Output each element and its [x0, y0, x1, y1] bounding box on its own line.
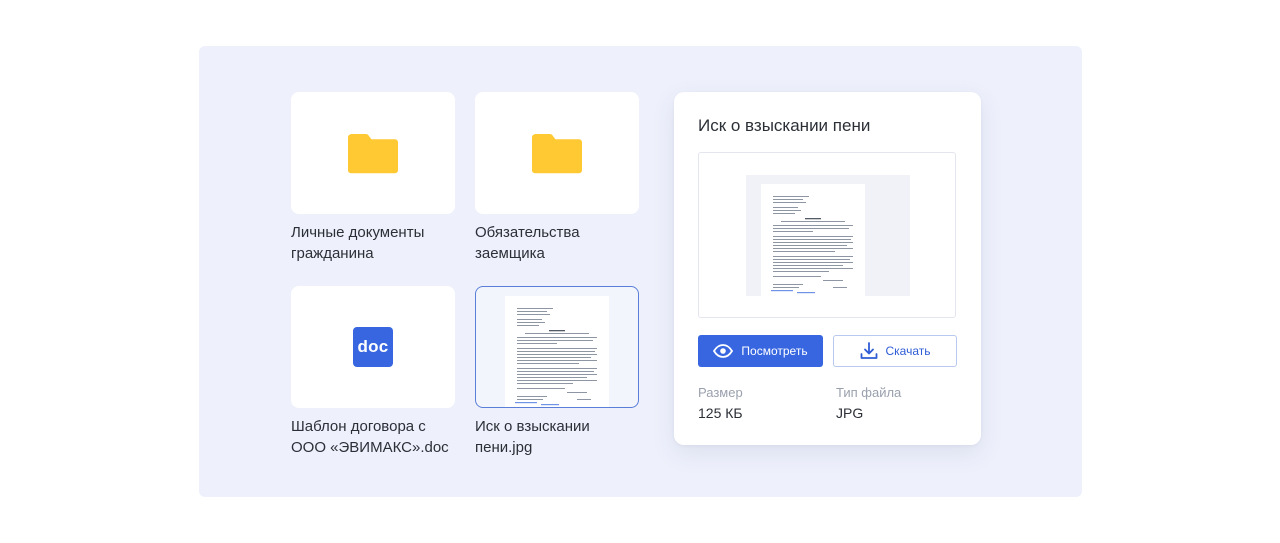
- eye-icon: [713, 344, 734, 358]
- tile-label: Иск о взыскании пени.jpg: [475, 418, 590, 456]
- tile-label: Шаблон договора с ООО «ЭВИМАКС».doc: [291, 418, 449, 456]
- tile-label: Обязательства заемщика: [475, 224, 580, 262]
- size-value: 125 КБ: [698, 405, 743, 421]
- file-details-card: Иск о взыскании пени Посмотреть Скачать …: [674, 92, 981, 445]
- doc-icon: doc: [353, 327, 393, 367]
- folder-icon: [532, 134, 582, 174]
- document-preview-image: [761, 184, 865, 296]
- tile-label: Личные документы гражданина: [291, 224, 425, 262]
- download-button-label: Скачать: [885, 344, 931, 358]
- folder-tile-personal-docs[interactable]: [291, 92, 455, 214]
- details-title: Иск о взыскании пени: [698, 116, 871, 135]
- file-tile-penalty-claim[interactable]: [475, 286, 639, 408]
- file-tile-contract-template[interactable]: doc: [291, 286, 455, 408]
- view-button[interactable]: Посмотреть: [698, 335, 823, 367]
- view-button-label: Посмотреть: [741, 344, 808, 358]
- download-button[interactable]: Скачать: [833, 335, 957, 367]
- download-icon: [860, 342, 877, 359]
- file-preview[interactable]: [698, 152, 956, 318]
- folder-icon: [348, 134, 398, 174]
- document-thumbnail: [505, 296, 609, 407]
- file-type-label: Тип файла: [836, 385, 902, 400]
- folder-tile-borrower-obligations[interactable]: [475, 92, 639, 214]
- file-type-value: JPG: [836, 405, 864, 421]
- size-label: Размер: [698, 385, 743, 400]
- preview-background: [746, 175, 910, 296]
